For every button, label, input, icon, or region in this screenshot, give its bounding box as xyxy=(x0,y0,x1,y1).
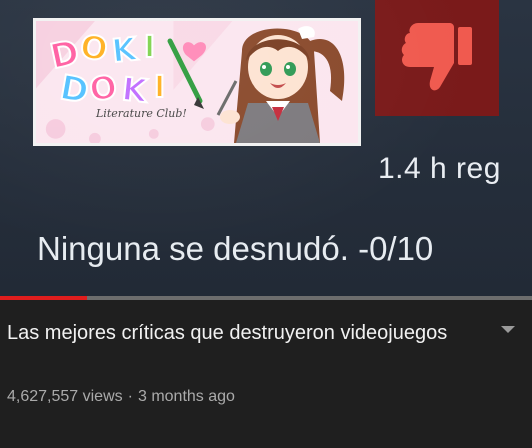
svg-text:D: D xyxy=(57,68,92,111)
svg-text:I: I xyxy=(144,31,155,65)
game-logo-subtitle: Literature Club! xyxy=(96,107,187,120)
playtime-hours: 1.4 h reg xyxy=(378,152,501,185)
svg-text:O: O xyxy=(78,31,110,69)
game-logo: D O K I D O K I xyxy=(50,31,207,111)
svg-text:K: K xyxy=(110,31,140,70)
video-info: Las mejores críticas que destruyeron vid… xyxy=(0,300,532,448)
svg-text:K: K xyxy=(120,70,150,111)
video-title[interactable]: Las mejores críticas que destruyeron vid… xyxy=(7,320,477,347)
review-text: Ninguna se desnudó. -0/10 xyxy=(37,230,434,267)
game-banner: D O K I D O K I Literature Club! xyxy=(33,18,361,146)
svg-text:O: O xyxy=(87,68,119,109)
video-thumbnail[interactable]: D O K I D O K I Literature Club! 1.4 h r… xyxy=(0,0,532,296)
view-count: 4,627,557 views xyxy=(7,388,123,405)
svg-text:I: I xyxy=(154,70,165,105)
meta-separator: · xyxy=(127,388,133,405)
chevron-down-icon xyxy=(501,326,515,333)
thumbs-down-icon xyxy=(375,0,499,116)
more-options-button[interactable] xyxy=(497,322,519,338)
character-illustration xyxy=(216,26,345,143)
upload-age: 3 months ago xyxy=(137,388,235,405)
video-meta: 4,627,557 views · 3 months ago xyxy=(7,388,235,406)
